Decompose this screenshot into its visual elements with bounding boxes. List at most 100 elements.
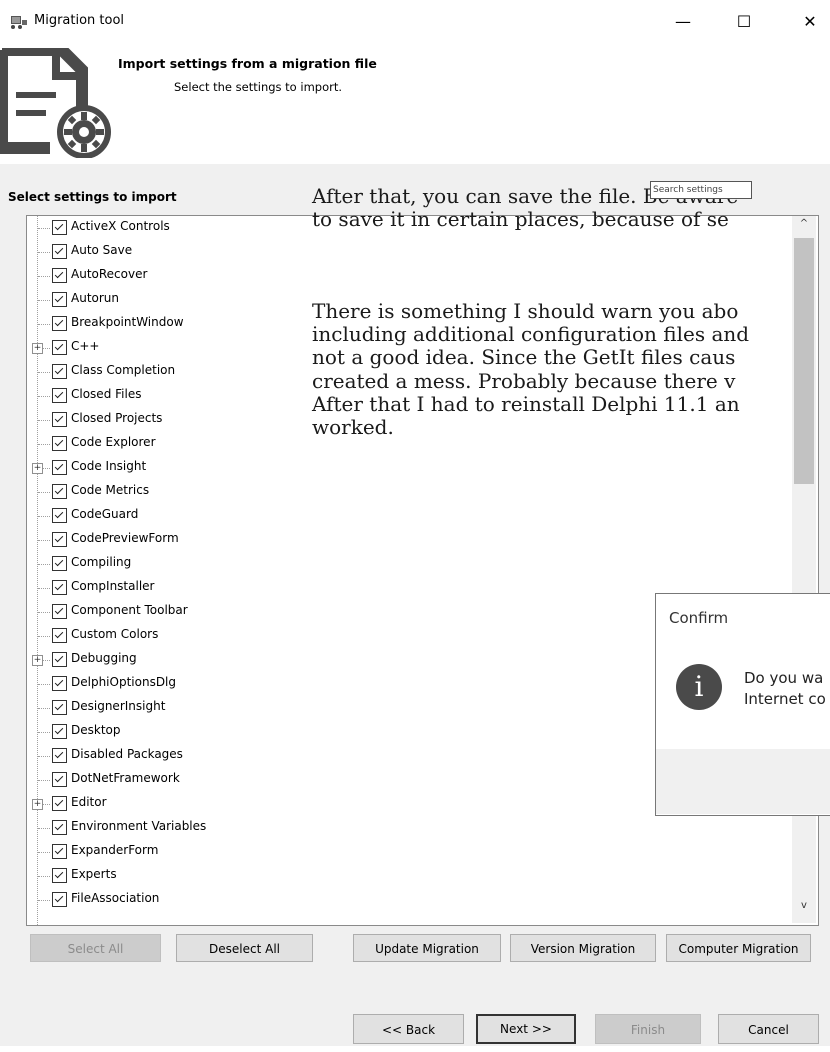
version-migration-button[interactable]: Version Migration [510,934,656,962]
setting-checkbox[interactable] [52,316,67,331]
setting-checkbox[interactable] [52,892,67,907]
tree-connector [38,300,50,301]
setting-checkbox[interactable] [52,268,67,283]
close-button[interactable]: ✕ [795,10,825,34]
update-migration-button[interactable]: Update Migration [353,934,501,962]
minimize-button[interactable]: — [668,10,698,34]
setting-checkbox[interactable] [52,772,67,787]
tree-item[interactable]: CodePreviewForm [27,528,797,552]
tree-item[interactable]: Environment Variables [27,816,797,840]
setting-checkbox[interactable] [52,844,67,859]
expand-icon[interactable]: + [32,655,43,666]
tree-item-label: CompInstaller [71,579,155,593]
setting-checkbox[interactable] [52,796,67,811]
tree-item[interactable]: FileAssociation [27,888,797,912]
tree-item[interactable]: Experts [27,864,797,888]
article-paragraph-2: There is something I should warn you abo… [312,298,750,440]
setting-checkbox[interactable] [52,628,67,643]
tree-item-label: Experts [71,867,117,881]
tree-connector [38,540,50,541]
setting-checkbox[interactable] [52,436,67,451]
tree-item[interactable]: Compiling [27,552,797,576]
setting-checkbox[interactable] [52,388,67,403]
tree-item-label: BreakpointWindow [71,315,184,329]
tree-item-label: Disabled Packages [71,747,183,761]
expand-icon[interactable]: + [32,463,43,474]
dialog-message-line-1: Do you wa [744,669,824,687]
tree-item-label: Closed Projects [71,411,163,425]
settings-list-label: Select settings to import [8,190,177,204]
setting-checkbox[interactable] [52,868,67,883]
setting-checkbox[interactable] [52,676,67,691]
migration-tool-icon [11,16,27,29]
tree-item-label: AutoRecover [71,267,148,281]
setting-checkbox[interactable] [52,340,67,355]
setting-checkbox[interactable] [52,820,67,835]
setting-checkbox[interactable] [52,484,67,499]
setting-checkbox[interactable] [52,556,67,571]
search-settings-input[interactable]: Search settings [650,181,752,199]
next-button[interactable]: Next >> [476,1014,576,1044]
tree-connector [38,636,50,637]
tree-item-label: Component Toolbar [71,603,188,617]
tree-item-label: DotNetFramework [71,771,180,785]
setting-checkbox[interactable] [52,700,67,715]
setting-checkbox[interactable] [52,364,67,379]
select-all-button[interactable]: Select All [30,934,161,962]
setting-checkbox[interactable] [52,460,67,475]
tree-connector [38,564,50,565]
tree-item-label: DesignerInsight [71,699,166,713]
header-title: Import settings from a migration file [118,56,377,71]
setting-checkbox[interactable] [52,532,67,547]
tree-item[interactable]: CodeGuard [27,504,797,528]
setting-checkbox[interactable] [52,220,67,235]
tree-item-label: FileAssociation [71,891,160,905]
tree-connector [38,396,50,397]
setting-checkbox[interactable] [52,292,67,307]
deselect-all-button[interactable]: Deselect All [176,934,313,962]
setting-checkbox[interactable] [52,652,67,667]
tree-connector [38,852,50,853]
header-subtitle: Select the settings to import. [174,80,343,94]
document-gear-icon [0,48,111,158]
expand-icon[interactable]: + [32,343,43,354]
tree-item-label: ExpanderForm [71,843,159,857]
scroll-down-icon[interactable]: v [792,900,816,918]
tree-connector [38,492,50,493]
setting-checkbox[interactable] [52,508,67,523]
tree-item-label: Autorun [71,291,120,305]
setting-checkbox[interactable] [52,244,67,259]
tree-item-label: Environment Variables [71,819,207,833]
tree-item-label: Closed Files [71,387,142,401]
tree-connector [38,684,50,685]
dialog-footer [656,749,830,814]
computer-migration-button[interactable]: Computer Migration [666,934,811,962]
tree-item-label: Code Explorer [71,435,156,449]
setting-checkbox[interactable] [52,580,67,595]
setting-checkbox[interactable] [52,748,67,763]
tree-connector [38,420,50,421]
back-button[interactable]: << Back [353,1014,464,1044]
tree-item-label: Debugging [71,651,137,665]
dialog-message-line-2: Internet co [744,690,826,708]
tree-connector [38,372,50,373]
tree-connector [38,612,50,613]
expand-icon[interactable]: + [32,799,43,810]
tree-connector [38,588,50,589]
tree-item-label: Code Insight [71,459,147,473]
setting-checkbox[interactable] [52,412,67,427]
setting-checkbox[interactable] [52,724,67,739]
tree-item-label: Code Metrics [71,483,150,497]
tree-item-label: Editor [71,795,107,809]
tree-item[interactable]: Code Metrics [27,480,797,504]
setting-checkbox[interactable] [52,604,67,619]
tree-connector [38,732,50,733]
tree-item-label: DelphiOptionsDlg [71,675,177,689]
cancel-button[interactable]: Cancel [718,1014,819,1044]
info-icon: i [676,664,722,710]
tree-connector [38,756,50,757]
title-bar [0,0,830,44]
finish-button[interactable]: Finish [595,1014,701,1044]
maximize-button[interactable]: ☐ [729,10,759,34]
tree-item[interactable]: ExpanderForm [27,840,797,864]
